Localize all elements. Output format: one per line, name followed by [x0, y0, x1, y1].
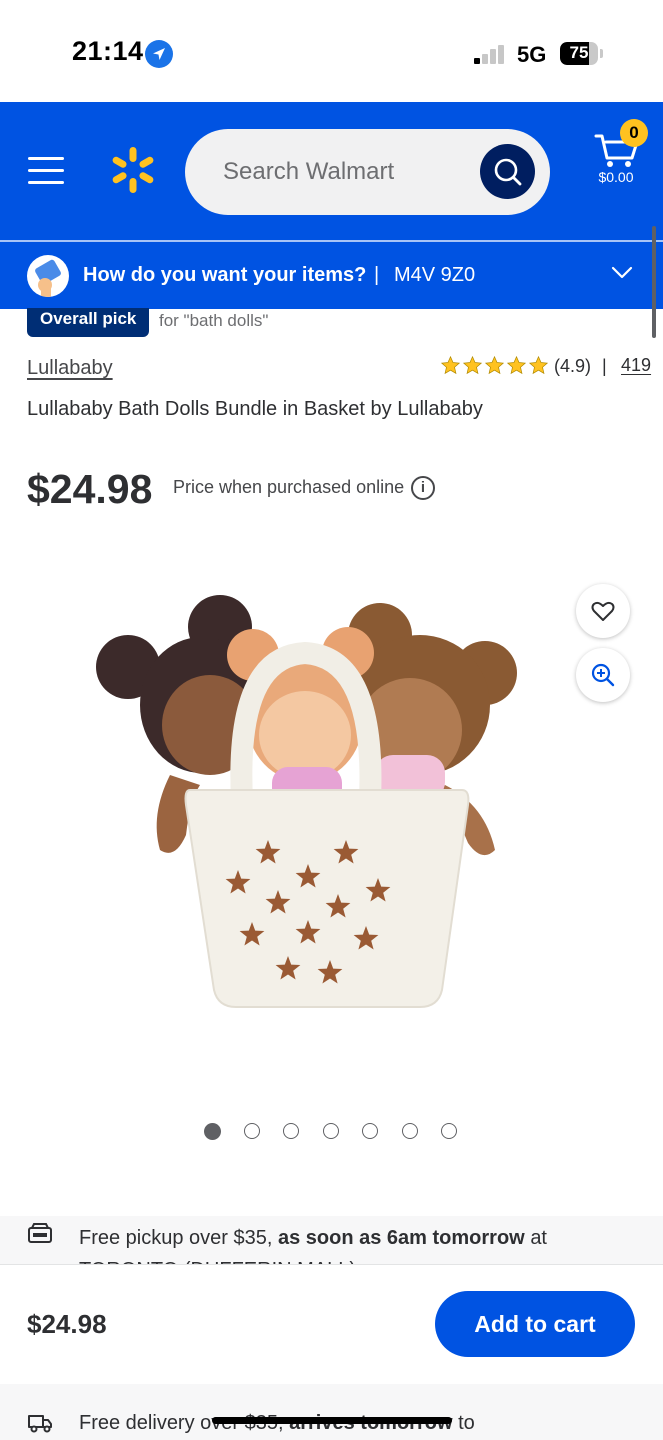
rating-stars: [440, 355, 550, 377]
star-icon: [462, 355, 483, 375]
chevron-down-icon[interactable]: [611, 266, 633, 285]
overall-pick-badge: Overall pick: [27, 308, 150, 337]
battery-tip: [600, 49, 603, 58]
brand-link[interactable]: Lullababy: [27, 357, 113, 380]
delivery-separator: |: [374, 264, 380, 286]
battery-icon: 75: [560, 42, 598, 65]
star-icon: [506, 355, 527, 375]
carousel-dot[interactable]: [283, 1123, 299, 1139]
signal-icon: [474, 44, 508, 64]
add-to-cart-button[interactable]: Add to cart: [435, 1291, 635, 1357]
price-note: Price when purchased online: [173, 477, 405, 497]
network-type: 5G: [517, 42, 547, 67]
delivery-suffix: to: [458, 1412, 475, 1434]
battery-level: 75: [569, 43, 589, 62]
heart-icon: [591, 601, 615, 621]
star-icon: [440, 355, 461, 375]
product-title: Lullababy Bath Dolls Bundle in Basket by…: [27, 398, 483, 420]
delivery-method-icon: [27, 255, 69, 297]
signal-bar: [482, 53, 488, 64]
product-image[interactable]: [90, 595, 520, 1025]
cart-total: $0.00: [598, 169, 634, 185]
postal-code: M4V 9Z0: [394, 264, 476, 286]
carousel-dot[interactable]: [441, 1123, 457, 1139]
home-indicator[interactable]: [212, 1417, 452, 1424]
sticky-price: $24.98: [27, 1309, 107, 1339]
carousel-dot[interactable]: [322, 1123, 339, 1139]
location-arrow-icon: [145, 40, 173, 68]
info-icon[interactable]: i: [411, 476, 435, 500]
search-input[interactable]: [223, 129, 463, 215]
search-icon: [494, 158, 522, 186]
zoom-button[interactable]: [576, 648, 630, 702]
signal-bar: [498, 44, 504, 64]
pickup-prefix: Free pickup over $35,: [79, 1227, 273, 1249]
star-icon: [528, 355, 549, 375]
rating-value: (4.9): [554, 356, 592, 376]
favorite-button[interactable]: [576, 584, 630, 638]
scrollbar[interactable]: [652, 226, 656, 338]
signal-bar: [474, 58, 480, 64]
search-bar: [185, 129, 550, 215]
store-pickup-icon: [27, 1222, 53, 1251]
zoom-icon: [591, 663, 615, 687]
pickup-eta: as soon as 6am tomorrow: [278, 1227, 525, 1249]
status-time: 21:14: [72, 36, 144, 66]
review-count-link[interactable]: 419: [621, 355, 651, 376]
carousel-dot[interactable]: [401, 1123, 418, 1139]
signal-bar: [490, 49, 496, 64]
rating-separator: |: [602, 356, 607, 376]
carousel-dot[interactable]: [362, 1123, 378, 1139]
badge-context: for "bath dolls": [159, 311, 269, 330]
carousel-dot[interactable]: [204, 1123, 221, 1140]
menu-icon[interactable]: [28, 157, 64, 185]
star-icon: [484, 355, 505, 375]
delivery-question: How do you want your items?: [83, 264, 367, 286]
carousel-dot[interactable]: [243, 1123, 260, 1139]
delivery-truck-icon: [27, 1413, 53, 1438]
search-button[interactable]: [480, 144, 535, 199]
product-price: $24.98: [27, 466, 153, 512]
pickup-suffix: at: [530, 1227, 547, 1249]
cart-count-badge: 0: [620, 119, 648, 147]
walmart-spark-icon[interactable]: [108, 145, 158, 195]
